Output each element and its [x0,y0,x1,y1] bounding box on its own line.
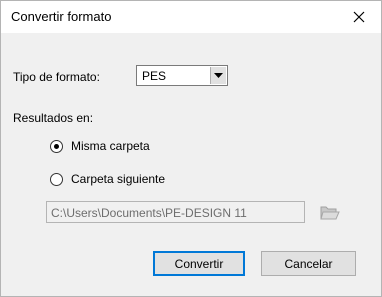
close-button[interactable] [337,1,381,33]
chevron-down-icon [214,73,223,78]
convert-format-dialog: Convertir formato Tipo de formato: PES R… [0,0,382,297]
folder-path-value: C:\Users\Documents\PE-DESIGN 11 [51,206,247,220]
title-bar: Convertir formato [1,1,381,33]
radio-following-folder-label[interactable]: Carpeta siguiente [71,172,165,186]
format-type-select[interactable]: PES [136,65,228,86]
window-title: Convertir formato [11,9,112,24]
results-in-label: Resultados en: [13,111,94,125]
close-icon [353,11,365,23]
folder-open-icon [320,206,340,220]
format-type-value: PES [142,69,167,83]
radio-selected-dot [54,144,59,149]
browse-folder-button [316,199,344,225]
cancel-button[interactable]: Cancelar [261,251,356,276]
dropdown-arrow-button[interactable] [210,67,226,84]
radio-following-folder[interactable] [50,173,63,186]
radio-same-folder-label[interactable]: Misma carpeta [71,139,150,153]
format-type-label: Tipo de formato: [13,70,100,84]
convert-button[interactable]: Convertir [153,251,245,276]
folder-path-field: C:\Users\Documents\PE-DESIGN 11 [46,201,305,223]
radio-same-folder[interactable] [50,140,63,153]
